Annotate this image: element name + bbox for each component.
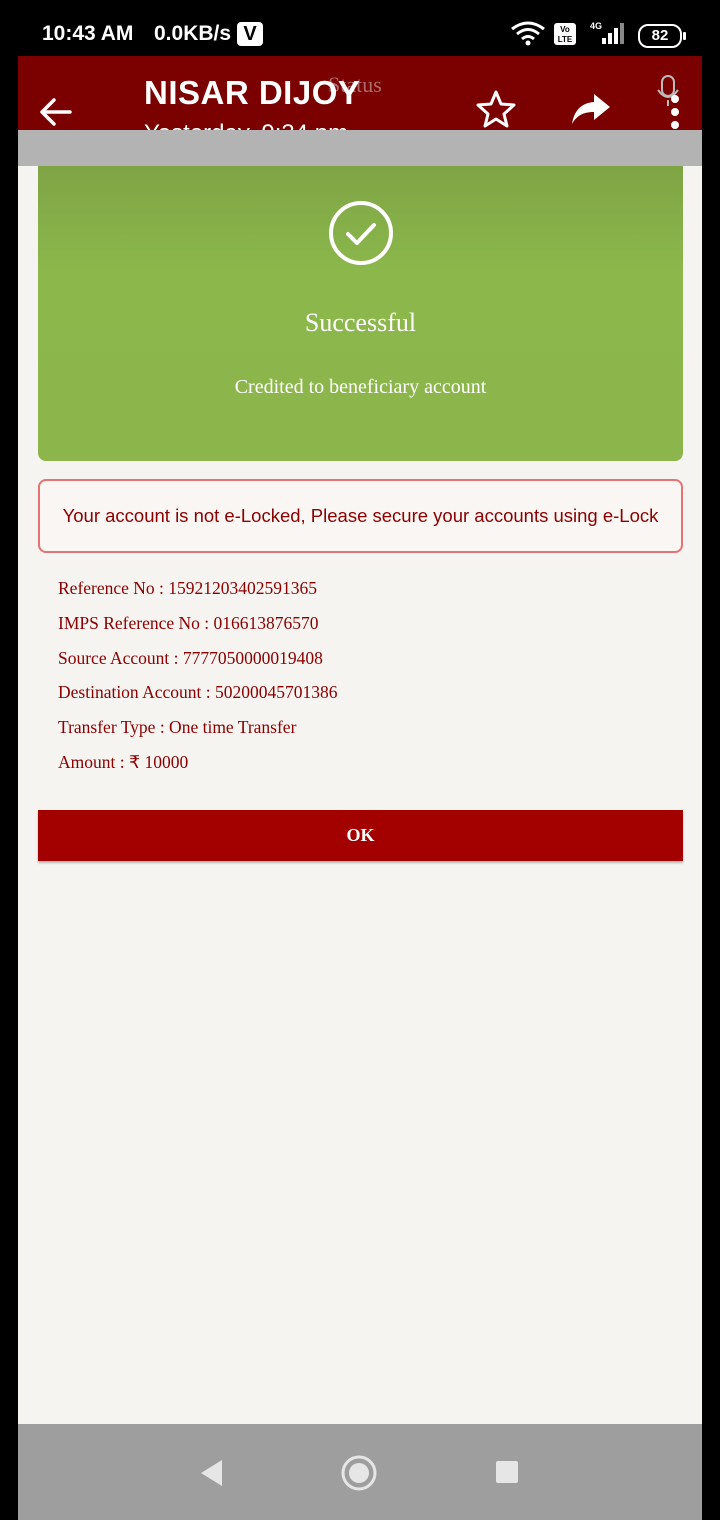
signal-icon: 4G bbox=[590, 21, 624, 44]
imps-reference-no: IMPS Reference No : 016613876570 bbox=[58, 612, 319, 633]
nav-recents-icon[interactable] bbox=[496, 1461, 518, 1483]
success-card: Successful Credited to beneficiary accou… bbox=[38, 166, 683, 461]
nav-back-icon[interactable] bbox=[198, 1458, 224, 1488]
more-vert-icon[interactable] bbox=[668, 94, 682, 130]
success-message: Credited to beneficiary account bbox=[234, 376, 487, 398]
contact-name: NISAR DIJOY bbox=[144, 74, 361, 111]
status-network-speed: 0.0KB/s bbox=[154, 22, 232, 45]
elock-warning-banner[interactable]: Your account is not e-Locked, Please sec… bbox=[38, 479, 683, 553]
app-bar: Status NISAR DIJOY Yesterday, 9:34 pm bbox=[18, 56, 702, 147]
star-icon[interactable] bbox=[476, 90, 516, 128]
svg-text:4G: 4G bbox=[590, 21, 602, 31]
ok-button[interactable]: OK bbox=[38, 810, 683, 861]
volte-icon: Vo LTE bbox=[554, 23, 576, 45]
check-circle-icon bbox=[329, 201, 393, 265]
battery-icon: 82 bbox=[638, 24, 686, 48]
destination-account: Destination Account : 50200045701386 bbox=[58, 682, 338, 703]
app-window: Status NISAR DIJOY Yesterday, 9:34 pm Su… bbox=[18, 56, 702, 1424]
share-icon[interactable] bbox=[570, 92, 612, 126]
transfer-type: Transfer Type : One time Transfer bbox=[58, 717, 297, 738]
battery-level: 82 bbox=[651, 27, 669, 44]
svg-text:LTE: LTE bbox=[558, 35, 573, 44]
amount: Amount : ₹ 10000 bbox=[58, 751, 189, 772]
v-app-icon: V bbox=[237, 22, 263, 46]
success-title: Successful bbox=[304, 308, 417, 337]
wifi-icon bbox=[511, 21, 545, 46]
nav-home-icon[interactable] bbox=[340, 1454, 378, 1492]
svg-text:Vo: Vo bbox=[560, 25, 570, 34]
scrim-bar bbox=[18, 130, 702, 166]
reference-no: Reference No : 15921203402591365 bbox=[58, 578, 318, 598]
status-time: 10:43 AM bbox=[42, 22, 134, 45]
transaction-details: Reference No : 15921203402591365 IMPS Re… bbox=[58, 576, 338, 785]
system-nav-bar bbox=[18, 1424, 702, 1520]
status-bar: 10:43 AM 0.0KB/s V Vo LTE 4G 82 bbox=[0, 0, 720, 56]
back-arrow-icon[interactable] bbox=[38, 94, 74, 130]
source-account: Source Account : 7777050000019408 bbox=[58, 647, 323, 668]
